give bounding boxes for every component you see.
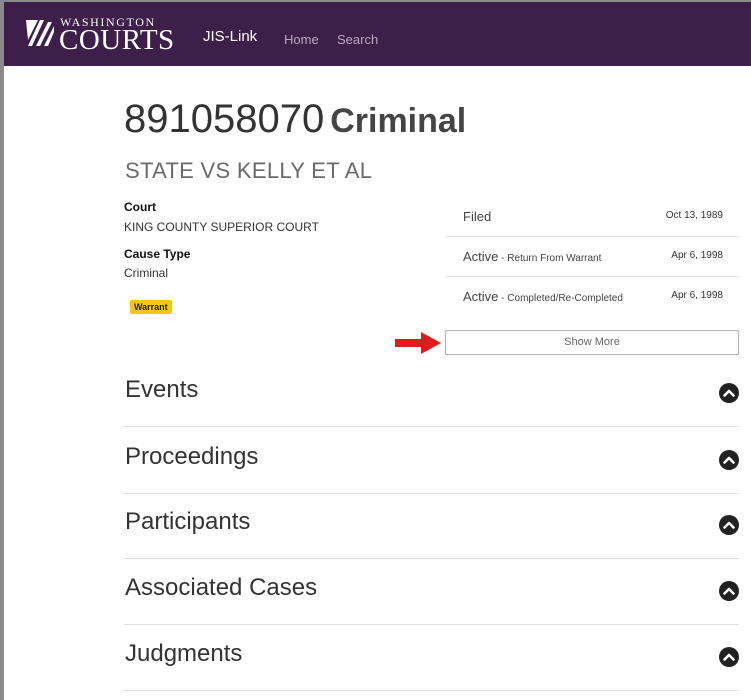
status-row: Active - Return From Warrant Apr 6, 1998 <box>446 236 739 277</box>
chevron-up-circle-icon[interactable] <box>719 515 739 535</box>
site-logo[interactable]: WASHINGTON COURTS <box>26 14 186 58</box>
warrant-badge: Warrant <box>130 300 172 314</box>
status-sep: - <box>498 293 508 304</box>
status-sublabel: Completed/Re-Completed <box>507 293 623 304</box>
app-name[interactable]: JIS-Link <box>203 28 257 45</box>
status-main-text: Filed <box>463 209 491 224</box>
status-label: Filed <box>463 209 492 224</box>
section-title: Judgments <box>125 640 243 667</box>
chevron-up-circle-icon[interactable] <box>719 581 739 601</box>
case-title: STATE VS KELLY ET AL <box>125 158 373 183</box>
status-sep: - <box>498 253 508 264</box>
status-main-text: Active - Return From Warrant <box>463 249 601 264</box>
section-title: Associated Cases <box>125 574 318 601</box>
status-row: Active - Completed/Re-Completed Apr 6, 1… <box>446 276 739 316</box>
section-title: Participants <box>125 508 251 535</box>
court-value: KING COUNTY SUPERIOR COURT <box>124 220 319 234</box>
cause-type-label: Cause Type <box>124 247 191 261</box>
section-title: Events <box>125 376 199 403</box>
case-number: 891058070 <box>124 97 325 141</box>
section-events[interactable]: Events <box>124 360 739 427</box>
red-right-arrow-icon <box>395 332 441 354</box>
chevron-up-circle-icon[interactable] <box>719 383 739 403</box>
section-title: Proceedings <box>125 443 259 470</box>
court-label: Court <box>124 200 156 214</box>
nav-home-link[interactable]: Home <box>284 32 319 47</box>
status-row: Filed Oct 13, 1989 <box>446 196 739 237</box>
status-date: Oct 13, 1989 <box>665 210 723 221</box>
nav-search-link[interactable]: Search <box>337 32 378 47</box>
show-more-button[interactable]: Show More <box>445 330 739 355</box>
logo-text-main: COURTS <box>59 24 175 56</box>
status-main-text: Active - Completed/Re-Completed <box>463 289 623 304</box>
chevron-up-circle-icon[interactable] <box>719 647 739 667</box>
section-associated-cases[interactable]: Associated Cases <box>124 558 739 625</box>
top-navbar: WASHINGTON COURTS JIS-Link Home Search <box>4 2 751 66</box>
status-label: Active <box>463 289 499 304</box>
section-participants[interactable]: Participants <box>124 492 739 559</box>
section-judgments[interactable]: Judgments <box>124 624 739 691</box>
status-date: Apr 6, 1998 <box>671 290 723 301</box>
cause-type-value: Criminal <box>124 266 169 280</box>
chevron-up-circle-icon[interactable] <box>719 450 739 470</box>
case-type: Criminal <box>330 102 467 140</box>
status-date: Apr 6, 1998 <box>671 250 723 261</box>
section-proceedings[interactable]: Proceedings <box>124 427 739 494</box>
status-sublabel: Return From Warrant <box>507 253 602 264</box>
case-heading: 891058070 Criminal <box>124 95 466 145</box>
washington-courts-logo-icon <box>26 20 54 46</box>
status-label: Active <box>463 249 499 264</box>
